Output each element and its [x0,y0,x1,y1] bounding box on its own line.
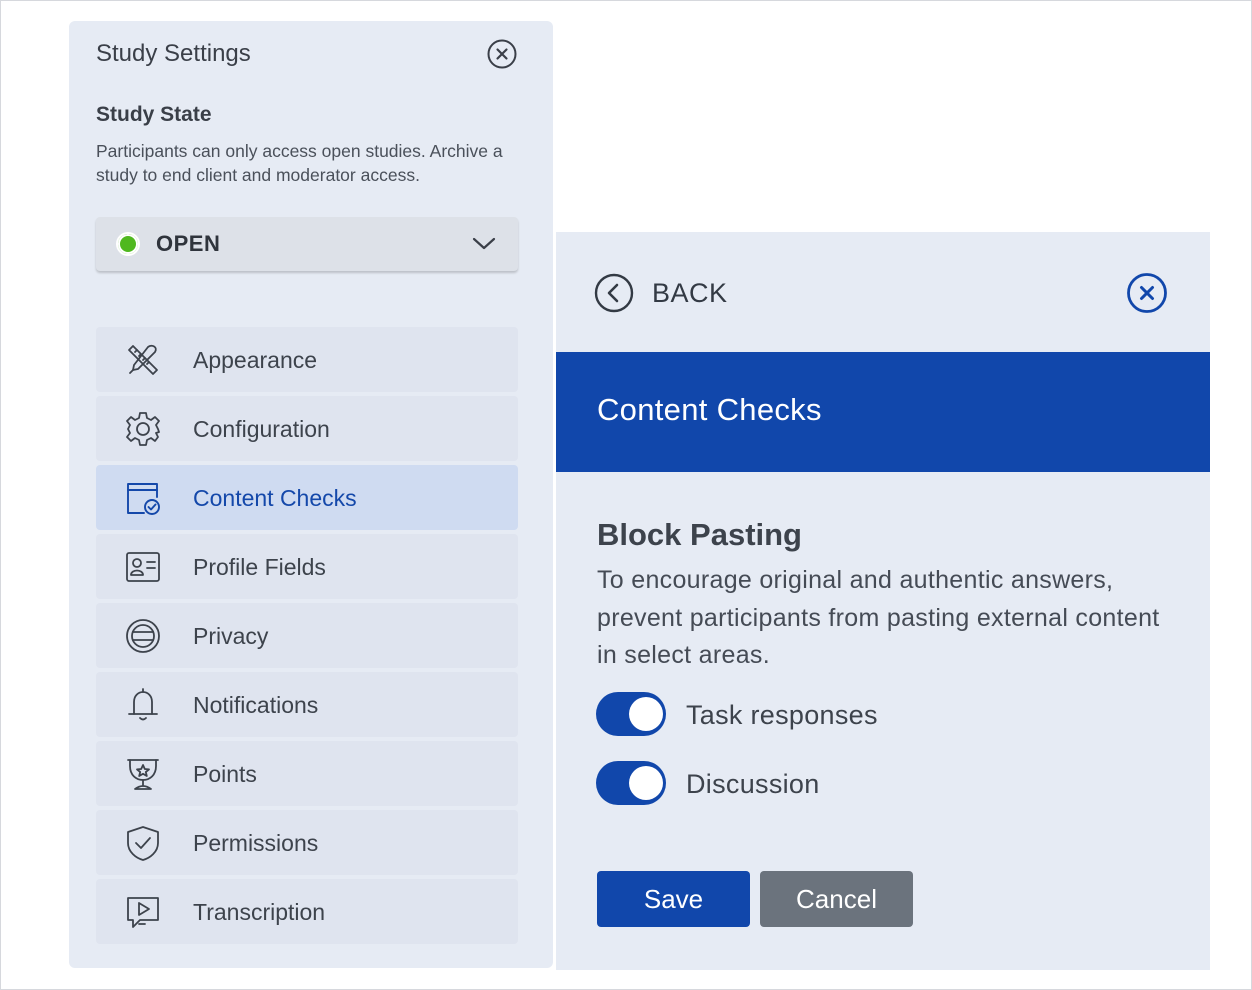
paintbrush-ruler-icon [128,344,158,375]
shield-check-icon [127,826,159,861]
menu-item-configuration[interactable]: Configuration [96,396,518,461]
chevron-down-icon [472,237,496,250]
menu-item-privacy[interactable]: Privacy [96,603,518,668]
menu-item-notifications[interactable]: Notifications [96,672,518,737]
content-checks-panel: BACK Content Checks Block Pasting To enc… [556,232,1210,970]
id-card-icon [126,552,160,582]
close-settings-button[interactable] [486,38,518,70]
discussion-toggle[interactable] [596,761,666,805]
settings-title: Study Settings [96,40,251,67]
menu-item-label: Points [193,761,257,787]
section-description: To encourage original and authentic answ… [597,566,1160,669]
trophy-icon [127,759,159,790]
menu-item-label: Configuration [193,416,330,442]
menu-item-permissions[interactable]: Permissions [96,810,518,875]
save-button[interactable]: Save [597,871,750,927]
menu-item-points[interactable]: Points [96,741,518,806]
back-label: BACK [652,278,728,308]
menu-item-label: Profile Fields [193,554,326,580]
study-state-dropdown[interactable]: OPEN [96,217,518,271]
menu-item-label: Content Checks [193,485,357,511]
menu-item-label: Permissions [193,830,319,856]
status-dot [116,232,140,256]
cancel-button[interactable]: Cancel [760,871,913,927]
close-circle-icon [1127,273,1167,313]
menu-item-profile-fields[interactable]: Profile Fields [96,534,518,599]
menu-item-label: Transcription [193,899,326,925]
menu-item-label: Notifications [193,692,319,718]
video-chat-icon [127,897,159,928]
close-detail-button[interactable] [1126,272,1168,314]
gear-icon [126,412,160,446]
section-title: Block Pasting [597,517,802,552]
toggle-knob [629,766,663,800]
calendar-check-icon [127,483,160,515]
detail-header-banner: Content Checks [556,352,1210,472]
study-state-value: OPEN [156,231,221,256]
menu-item-appearance[interactable]: Appearance [96,327,518,392]
privacy-globe-icon [126,619,160,653]
toggle-label: Task responses [686,700,878,730]
chevron-left-circle-icon [594,273,634,313]
menu-item-transcription[interactable]: Transcription [96,879,518,944]
menu-item-content-checks[interactable]: Content Checks [96,465,518,530]
menu-item-label: Privacy [193,623,269,649]
study-state-heading: Study State [96,103,212,126]
menu-item-label: Appearance [193,347,318,373]
bell-icon [128,688,158,721]
task-responses-toggle[interactable] [596,692,666,736]
study-state-description: Participants can only access open studie… [96,141,503,185]
close-circle-icon [487,39,517,69]
detail-title: Content Checks [597,392,822,427]
toggle-label: Discussion [686,769,820,799]
study-settings-panel: Study Settings Study State Participants … [69,21,553,968]
toggle-knob [629,697,663,731]
